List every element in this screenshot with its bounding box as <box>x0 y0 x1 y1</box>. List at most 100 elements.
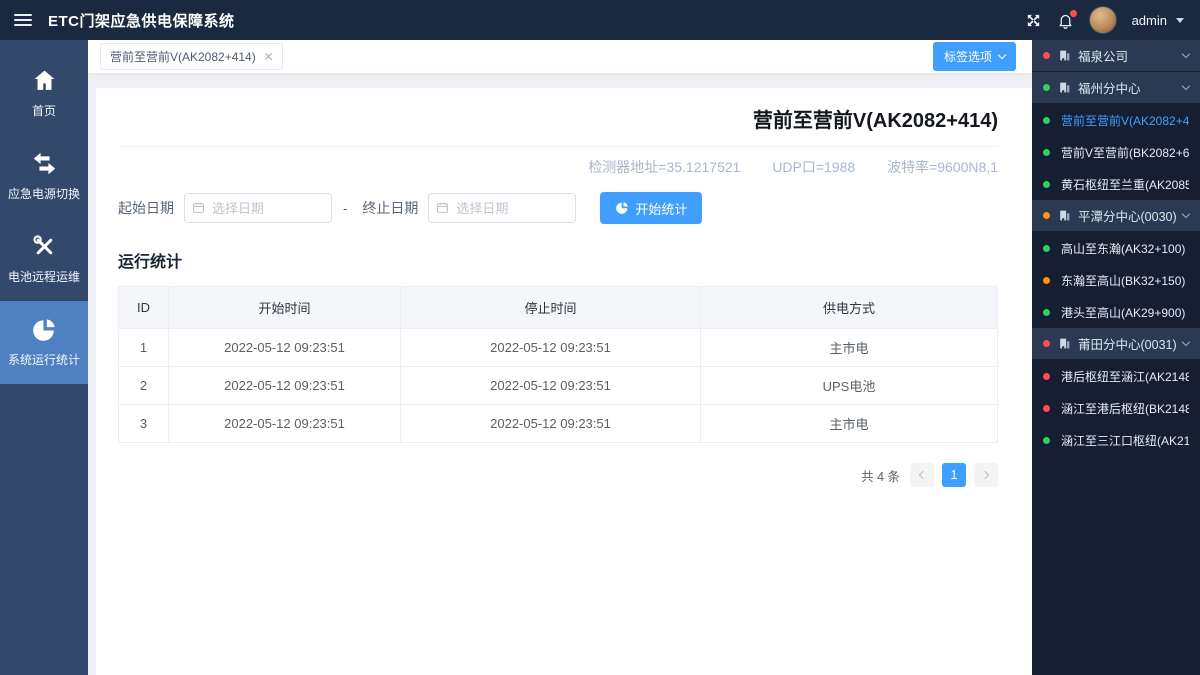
building-icon <box>1058 81 1071 94</box>
fullscreen-icon[interactable] <box>1025 12 1042 29</box>
left-sidebar: 首页 应急电源切换 电池远程运维 系统运行统计 <box>0 40 88 675</box>
cell-stop-time: 2022-05-12 09:23:51 <box>400 366 701 405</box>
pie-chart-icon <box>616 202 629 214</box>
start-date-input[interactable] <box>184 193 332 223</box>
status-dot <box>1043 340 1050 347</box>
top-navbar: ETC门架应急供电保障系统 admin <box>0 0 1200 40</box>
table-row[interactable]: 2 2022-05-12 09:23:51 2022-05-12 09:23:5… <box>118 366 998 405</box>
table-row[interactable]: 3 2022-05-12 09:23:51 2022-05-12 09:23:5… <box>118 404 998 443</box>
cell-power-mode: UPS电池 <box>700 366 998 405</box>
device-meta: 检测器地址=35.1217521 UDP口=1988 波特率=9600N8,1 <box>118 157 998 177</box>
tree-item[interactable]: 高山至东瀚(AK32+100) <box>1032 232 1200 264</box>
status-dot <box>1043 116 1050 124</box>
notification-bell-icon[interactable] <box>1057 9 1077 29</box>
chevron-down-icon <box>1181 49 1191 59</box>
section-title: 运行统计 <box>118 254 183 271</box>
chevron-left-icon <box>918 470 928 480</box>
tree-item-label: 营前至营前V(AK2082+414) <box>1061 113 1189 128</box>
app-window: ETC门架应急供电保障系统 admin 首页 应急电源切换 电池远程运维 系统运… <box>0 0 1200 675</box>
tree-item[interactable]: 涵江至港后枢纽(BK2148+550) <box>1032 392 1200 424</box>
chevron-down-icon <box>1181 209 1191 219</box>
tree-item-label: 涵江至三江口枢纽(AK2150+720) <box>1061 433 1189 448</box>
tree-item-label: 港头至高山(AK29+900) <box>1061 305 1186 320</box>
end-date-field <box>428 193 577 223</box>
workspace: 营前至营前V(AK2082+414) 检测器地址=35.1217521 UDP口… <box>88 74 1032 675</box>
tree-item[interactable]: 黄石枢纽至兰重(AK2085+800) <box>1032 168 1200 200</box>
tree-group-label: 福泉公司 <box>1078 50 1129 64</box>
navbar-actions: admin <box>1025 6 1200 34</box>
status-dot <box>1043 84 1050 91</box>
tag-options-label: 标签选项 <box>943 50 992 64</box>
user-avatar[interactable] <box>1088 6 1117 34</box>
tab-current-gantry[interactable]: 营前至营前V(AK2082+414) <box>100 43 283 70</box>
col-header-start-time: 开始时间 <box>168 286 401 329</box>
tree-item[interactable]: 涵江至三江口枢纽(AK2150+720) <box>1032 424 1200 456</box>
notification-badge <box>1069 9 1077 17</box>
title-divider <box>118 146 998 147</box>
chevron-down-icon <box>1181 337 1191 347</box>
meta-udp-port: UDP口=1988 <box>772 159 856 175</box>
run-stats-table: ID 开始时间 停止时间 供电方式 1 2022-05-12 09:23:51 … <box>118 286 998 443</box>
tree-item[interactable]: 东瀚至高山(BK32+150) <box>1032 264 1200 296</box>
sidebar-item-label: 首页 <box>31 104 56 118</box>
status-dot <box>1043 52 1050 59</box>
col-header-power-mode: 供电方式 <box>700 286 998 329</box>
start-date-field <box>184 193 332 223</box>
sidebar-item-label: 系统运行统计 <box>7 353 80 367</box>
sidebar-item-label: 应急电源切换 <box>7 187 80 201</box>
calendar-icon <box>193 202 204 213</box>
end-date-label: 终止日期 <box>362 200 419 216</box>
tag-options-button[interactable]: 标签选项 <box>932 42 1016 71</box>
cell-start-time: 2022-05-12 09:23:51 <box>168 366 401 405</box>
tree-group[interactable]: 福泉公司 <box>1032 40 1200 72</box>
meta-baud-rate: 波特率=9600N8,1 <box>887 159 998 175</box>
tree-group-label: 平潭分中心(0030) <box>1078 210 1177 224</box>
tools-icon <box>32 233 57 260</box>
sidebar-item-label: 电池远程运维 <box>7 270 80 284</box>
tree-item-label: 高山至东瀚(AK32+100) <box>1061 241 1186 256</box>
chevron-down-icon <box>997 50 1007 60</box>
status-dot <box>1043 372 1050 380</box>
pagination-next-button[interactable] <box>974 463 998 487</box>
cell-id: 3 <box>118 404 169 443</box>
tree-item-label: 涵江至港后枢纽(BK2148+550) <box>1061 401 1189 416</box>
col-header-id: ID <box>118 286 169 329</box>
status-dot <box>1043 212 1050 219</box>
status-dot <box>1043 404 1050 412</box>
menu-hamburger-icon[interactable] <box>14 14 32 26</box>
tree-item[interactable]: 营前至营前V(AK2082+414) <box>1032 104 1200 136</box>
start-statistics-button[interactable]: 开始统计 <box>600 192 703 224</box>
device-tree: 福泉公司 福州分中心 营前至营前V(AK2082+414) 营前V至营前(BK2… <box>1032 40 1200 675</box>
sidebar-item-power-switch[interactable]: 应急电源切换 <box>0 135 88 218</box>
main-area: 营前至营前V(AK2082+414) 标签选项 营前至营前V(AK2082+41… <box>88 40 1032 675</box>
meta-detector-address: 检测器地址=35.1217521 <box>588 159 741 175</box>
chevron-right-icon <box>980 470 990 480</box>
sidebar-item-battery-ops[interactable]: 电池远程运维 <box>0 218 88 301</box>
pagination-total: 共 4 条 <box>861 469 900 484</box>
sidebar-item-run-stats[interactable]: 系统运行统计 <box>0 301 88 384</box>
tree-item[interactable]: 港后枢纽至涵江(AK2148+500) <box>1032 360 1200 392</box>
tree-item[interactable]: 港头至高山(AK29+900) <box>1032 296 1200 328</box>
sidebar-item-home[interactable]: 首页 <box>0 52 88 135</box>
status-dot <box>1043 180 1050 188</box>
date-range-separator: - <box>343 200 348 216</box>
tree-group[interactable]: 莆田分中心(0031) <box>1032 328 1200 360</box>
cell-power-mode: 主市电 <box>700 328 998 367</box>
tree-group[interactable]: 平潭分中心(0030) <box>1032 200 1200 232</box>
tree-group[interactable]: 福州分中心 <box>1032 72 1200 104</box>
tree-item-label: 黄石枢纽至兰重(AK2085+800) <box>1061 177 1189 192</box>
pagination-page-1[interactable]: 1 <box>942 463 966 487</box>
user-menu-caret-icon[interactable] <box>1176 17 1184 23</box>
tree-item[interactable]: 营前V至营前(BK2082+604) <box>1032 136 1200 168</box>
table-header-row: ID 开始时间 停止时间 供电方式 <box>118 286 998 329</box>
tab-bar: 营前至营前V(AK2082+414) 标签选项 <box>88 40 1032 74</box>
end-date-input[interactable] <box>428 193 577 223</box>
app-title: ETC门架应急供电保障系统 <box>48 12 235 30</box>
pie-chart-icon <box>31 316 57 343</box>
tab-close-icon[interactable] <box>264 52 273 61</box>
status-dot <box>1043 244 1050 252</box>
tree-item-label: 营前V至营前(BK2082+604) <box>1061 145 1189 160</box>
pagination-prev-button[interactable] <box>910 463 934 487</box>
username: admin <box>1131 12 1167 28</box>
table-row[interactable]: 1 2022-05-12 09:23:51 2022-05-12 09:23:5… <box>118 328 998 367</box>
